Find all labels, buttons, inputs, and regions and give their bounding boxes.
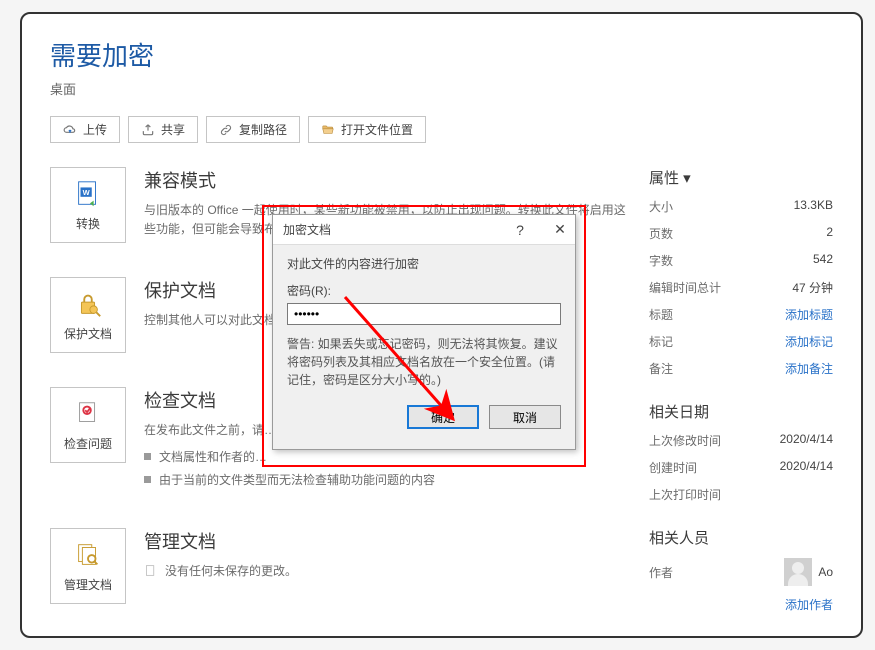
manage-button[interactable]: 管理文档 bbox=[50, 528, 126, 604]
dialog-heading: 对此文件的内容进行加密 bbox=[287, 255, 561, 272]
toolbar: 上传 共享 复制路径 打开文件位置 bbox=[50, 116, 833, 143]
share-icon bbox=[141, 123, 155, 137]
cloud-upload-icon bbox=[63, 123, 77, 137]
doc-small-icon bbox=[144, 564, 157, 577]
svg-text:W: W bbox=[83, 187, 91, 196]
manage-doc-icon bbox=[73, 540, 103, 570]
cancel-button[interactable]: 取消 bbox=[489, 405, 561, 429]
close-button[interactable]: ✕ bbox=[535, 215, 575, 245]
dialog-titlebar: 加密文档 ? ✕ bbox=[273, 215, 575, 245]
manage-bullet-1: 没有任何未保存的更改。 bbox=[144, 562, 631, 579]
add-title-link[interactable]: 添加标题 bbox=[785, 306, 833, 323]
add-remark-link[interactable]: 添加备注 bbox=[785, 360, 833, 377]
password-label: 密码(R): bbox=[287, 282, 561, 299]
password-input[interactable] bbox=[287, 303, 561, 325]
convert-button[interactable]: W 转换 bbox=[50, 167, 126, 243]
share-button[interactable]: 共享 bbox=[128, 116, 198, 143]
compat-title: 兼容模式 bbox=[144, 167, 631, 193]
protect-button[interactable]: 保护文档 bbox=[50, 277, 126, 353]
word-convert-icon: W bbox=[73, 179, 103, 209]
copy-path-button[interactable]: 复制路径 bbox=[206, 116, 300, 143]
folder-open-icon bbox=[321, 123, 335, 137]
encrypt-dialog: 加密文档 ? ✕ 对此文件的内容进行加密 密码(R): 警告: 如果丢失或忘记密… bbox=[272, 214, 576, 450]
page-title: 需要加密 bbox=[50, 36, 833, 73]
lock-key-icon bbox=[73, 289, 103, 319]
add-tag-link[interactable]: 添加标记 bbox=[785, 333, 833, 350]
section-manage: 管理文档 管理文档 没有任何未保存的更改。 bbox=[50, 528, 631, 604]
link-icon bbox=[219, 123, 233, 137]
properties-heading[interactable]: 属性 ▾ bbox=[649, 167, 833, 188]
author-avatar bbox=[784, 558, 812, 586]
help-button[interactable]: ? bbox=[495, 215, 535, 245]
open-location-button[interactable]: 打开文件位置 bbox=[308, 116, 426, 143]
dialog-title: 加密文档 bbox=[273, 221, 331, 238]
upload-button[interactable]: 上传 bbox=[50, 116, 120, 143]
dialog-warning: 警告: 如果丢失或忘记密码，则无法将其恢复。建议将密码列表及其相应文档名放在一个… bbox=[287, 335, 561, 389]
related-dates-heading: 相关日期 bbox=[649, 401, 833, 422]
ok-button[interactable]: 确定 bbox=[407, 405, 479, 429]
add-author-link[interactable]: 添加作者 bbox=[785, 596, 833, 613]
properties-panel: 属性 ▾ 大小13.3KB 页数2 字数542 编辑时间总计47 分钟 标题添加… bbox=[643, 167, 833, 638]
inspect-doc-icon bbox=[73, 399, 103, 429]
inspect-button[interactable]: 检查问题 bbox=[50, 387, 126, 463]
page-subtitle: 桌面 bbox=[50, 79, 833, 98]
related-people-heading: 相关人员 bbox=[649, 527, 833, 548]
manage-title: 管理文档 bbox=[144, 528, 631, 554]
inspect-bullet-2: 由于当前的文件类型而无法检查辅助功能问题的内容 bbox=[144, 471, 631, 488]
